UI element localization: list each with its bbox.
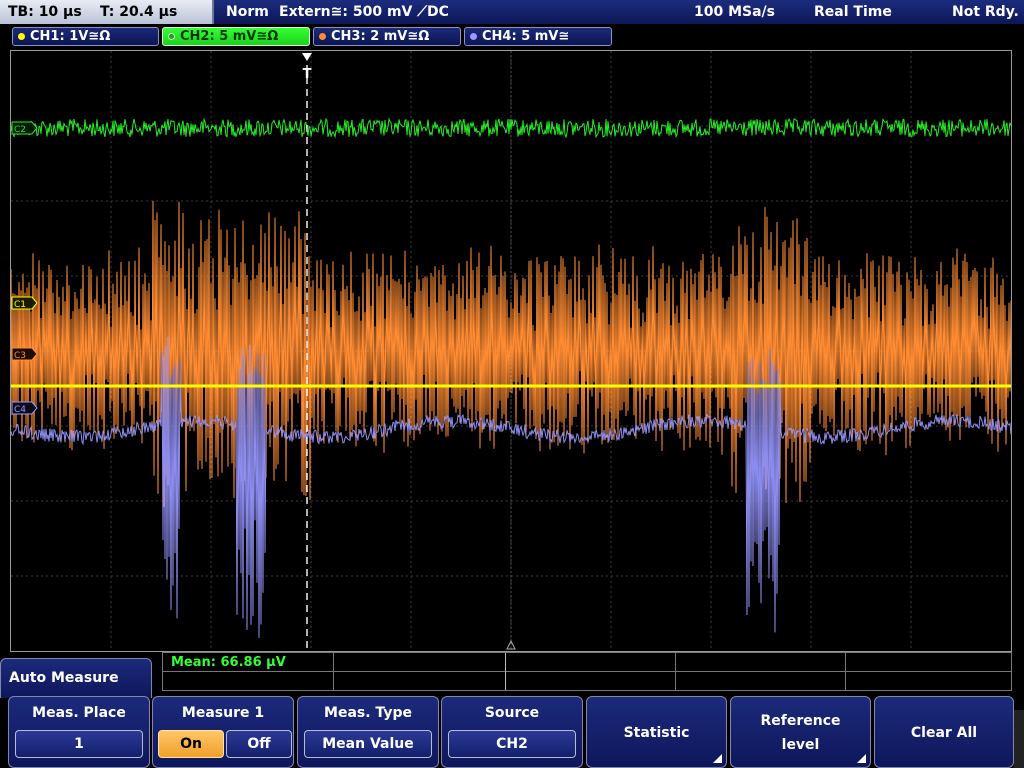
- mean-result: Mean: 66.86 µV: [171, 655, 286, 670]
- channel-tab-label: CH3: 2 mV≅Ω: [331, 29, 430, 44]
- timebase-box[interactable]: TB: 10 µs T: 20.4 µs: [0, 0, 214, 24]
- clear-all-softkey[interactable]: Clear All: [874, 696, 1014, 768]
- divider: [163, 671, 1011, 672]
- acquisition-state: Not Rdy.: [952, 4, 1019, 20]
- channel-tab-label: CH1: 1V≅Ω: [30, 29, 111, 44]
- waveform-display[interactable]: T C2 C1 C3 C4: [10, 50, 1012, 652]
- meas-place-value[interactable]: 1: [15, 730, 143, 758]
- ch2-color-dot: [168, 33, 175, 40]
- channel-tab-ch1[interactable]: CH1: 1V≅Ω: [12, 27, 159, 46]
- meas-type-value[interactable]: Mean Value: [304, 730, 432, 758]
- measure1-softkey[interactable]: Measure 1 On Off: [152, 696, 294, 768]
- softkey-label-line1: Reference: [760, 713, 841, 729]
- trigger-marker-label: T: [303, 67, 312, 82]
- submenu-corner-icon: [857, 754, 866, 763]
- reference-level-softkey[interactable]: Reference level: [730, 696, 871, 768]
- divider: [675, 653, 676, 690]
- softkey-label: Measure 1: [181, 705, 265, 721]
- ch4-color-dot: [470, 33, 477, 40]
- channel-tab-ch3[interactable]: CH3: 2 mV≅Ω: [313, 27, 461, 46]
- sample-rate: 100 MSa/s: [694, 4, 776, 20]
- source-softkey[interactable]: Source CH2: [441, 696, 583, 768]
- trigger-mode[interactable]: Norm: [226, 4, 269, 20]
- waveform-canvas[interactable]: T C2 C1 C3 C4: [11, 51, 1011, 651]
- softkey-label: Clear All: [910, 725, 978, 741]
- menu-scroll-edge: [1014, 710, 1024, 768]
- ch3-color-dot: [319, 33, 326, 40]
- ch2-marker-label: C2: [14, 125, 26, 135]
- measurement-panel: Mean: 66.86 µV: [162, 652, 1012, 691]
- status-bar: TB: 10 µs T: 20.4 µs Norm Extern≅: 500 m…: [0, 0, 1024, 24]
- channel-tab-label: CH2: 5 mV≅Ω: [180, 29, 279, 44]
- ch3-level-marker[interactable]: C3: [11, 347, 38, 361]
- acquisition-mode: Real Time: [814, 4, 892, 20]
- submenu-corner-icon: [713, 754, 722, 763]
- ch4-marker-label: C4: [14, 405, 26, 415]
- source-value[interactable]: CH2: [448, 730, 576, 758]
- meas-type-softkey[interactable]: Meas. Type Mean Value: [297, 696, 439, 768]
- ch3-marker-label: C3: [14, 351, 26, 361]
- ch1-level-marker[interactable]: C1: [11, 296, 38, 310]
- meas-place-softkey[interactable]: Meas. Place 1: [8, 696, 150, 768]
- softkey-label: Meas. Type: [324, 705, 412, 721]
- softkey-label-line2: level: [781, 737, 820, 753]
- softkey-label: Source: [484, 705, 540, 721]
- ch1-color-dot: [18, 33, 25, 40]
- trigger-source[interactable]: Extern≅: 500 mV ⟋DC: [279, 4, 449, 20]
- ch2-level-marker[interactable]: C2: [11, 121, 38, 135]
- menu-title: Auto Measure: [0, 658, 152, 698]
- timebase-readout: TB: 10 µs: [8, 4, 82, 20]
- softkey-label: Statistic: [623, 725, 690, 741]
- divider: [333, 653, 334, 690]
- softkey-label: Meas. Place: [32, 705, 126, 721]
- trigger-time-readout: T: 20.4 µs: [100, 4, 178, 20]
- divider: [505, 653, 506, 690]
- measure1-on-toggle[interactable]: On: [158, 730, 224, 758]
- ch4-level-marker[interactable]: C4: [11, 401, 38, 415]
- measure1-off-toggle[interactable]: Off: [226, 730, 292, 758]
- divider: [845, 653, 846, 690]
- channel-tab-ch4[interactable]: CH4: 5 mV≅: [464, 27, 612, 46]
- channel-tab-label: CH4: 5 mV≅: [482, 29, 570, 44]
- ch1-marker-label: C1: [14, 300, 26, 310]
- statistic-softkey[interactable]: Statistic: [586, 696, 727, 768]
- menu-title-text: Auto Measure: [9, 670, 119, 686]
- channel-tab-ch2[interactable]: CH2: 5 mV≅Ω: [162, 27, 310, 46]
